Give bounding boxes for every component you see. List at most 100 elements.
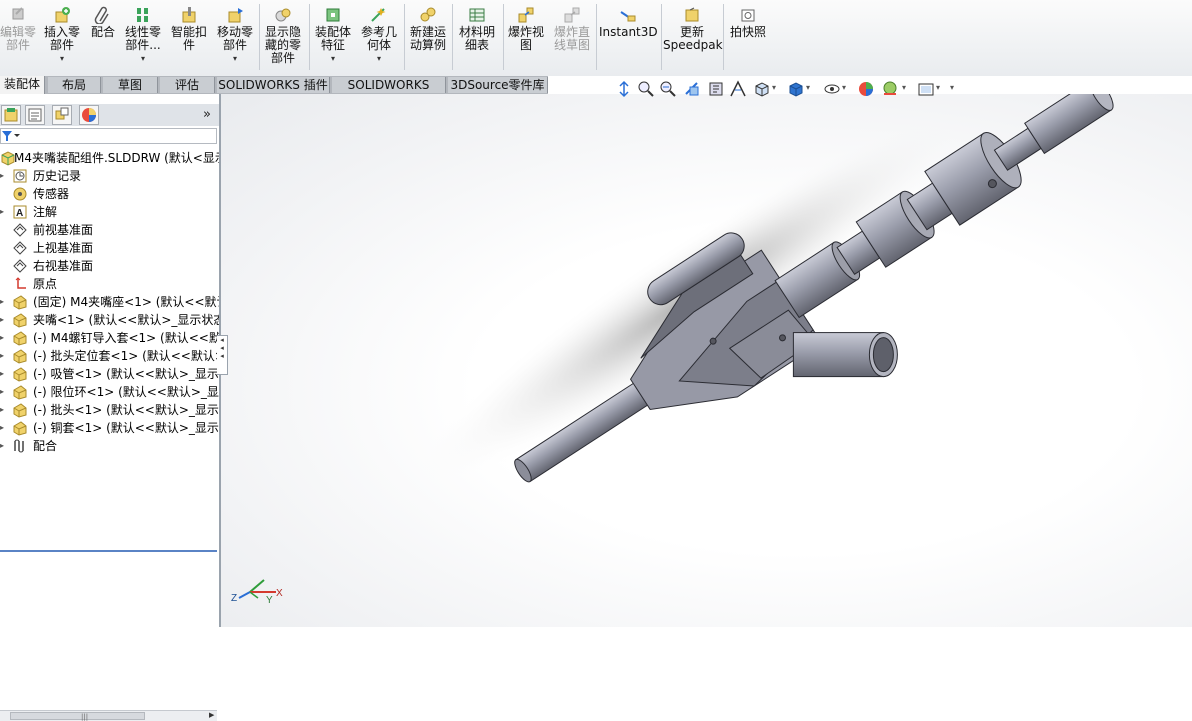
tab-3dsource[interactable]: 3DSource零件库 bbox=[448, 77, 548, 93]
part-icon bbox=[13, 421, 27, 436]
filter-icon[interactable] bbox=[1, 129, 21, 143]
chevron-down-icon[interactable]: ▾ bbox=[950, 83, 954, 92]
tree-item[interactable]: ▸ 配合 bbox=[0, 437, 219, 455]
reference-geometry-button[interactable]: 参考几 何体 ▾ bbox=[358, 2, 400, 72]
exploded-view-button[interactable]: 爆炸视 图 bbox=[505, 2, 547, 72]
expand-icon[interactable]: ▸ bbox=[0, 316, 6, 324]
panel-collapse-handle[interactable]: ◂ ◂ ◂ bbox=[217, 335, 228, 375]
tab-solidworks-addins[interactable]: SOLIDWORKS 插件 bbox=[217, 77, 330, 93]
zoom-area-icon[interactable] bbox=[637, 80, 655, 98]
command-manager-tabs: 装配体 布局 草图 评估 SOLIDWORKS 插件 SOLIDWORKS MB… bbox=[0, 76, 548, 108]
expand-icon[interactable]: ▸ bbox=[0, 424, 6, 432]
tree-item[interactable]: ▸ 历史记录 bbox=[0, 167, 219, 185]
apply-scene-icon[interactable] bbox=[881, 80, 899, 98]
chevron-down-icon[interactable]: ▾ bbox=[214, 54, 256, 64]
part-icon bbox=[13, 331, 27, 346]
expand-icon[interactable]: ▸ bbox=[0, 388, 6, 396]
instant3d-button[interactable]: Instant3D bbox=[599, 2, 658, 72]
feature-manager-tab[interactable] bbox=[1, 105, 21, 125]
hide-show-items-icon[interactable] bbox=[823, 80, 841, 98]
toolbar-separator bbox=[404, 4, 405, 70]
assembly-features-button[interactable]: 装配体 特征 ▾ bbox=[312, 2, 354, 72]
smart-fasteners-button[interactable]: 智能扣 件 bbox=[168, 2, 210, 72]
mate-button[interactable]: 配合 bbox=[88, 2, 118, 72]
tree-item[interactable]: ▸ (-) 吸管<1> (默认<<默认>_显示状 bbox=[0, 365, 219, 383]
tree-item[interactable]: ▸ (固定) M4夹嘴座<1> (默认<<默认 bbox=[0, 293, 219, 311]
expand-icon[interactable]: ▸ bbox=[0, 442, 6, 450]
assembly-model[interactable] bbox=[221, 94, 1192, 627]
tree-item[interactable]: 原点 bbox=[0, 275, 219, 293]
tree-item[interactable]: 前视基准面 bbox=[0, 221, 219, 239]
chevron-down-icon[interactable]: ▾ bbox=[806, 83, 810, 92]
move-component-icon bbox=[228, 8, 243, 23]
chevron-down-icon[interactable]: ▾ bbox=[772, 83, 776, 92]
tree-item[interactable]: M4夹嘴装配组件.SLDDRW (默认<显示 bbox=[0, 149, 219, 167]
tab-layout[interactable]: 布局 bbox=[48, 77, 101, 93]
command-manager: 编辑零 部件 插入零 部件 ▾ 配合 线性零 部件... ▾ 智能扣 件 移动零… bbox=[0, 0, 1192, 77]
insert-component-button[interactable]: 插入零 部件 ▾ bbox=[40, 2, 84, 72]
view-orientation-icon[interactable] bbox=[729, 80, 747, 98]
chevron-down-icon[interactable]: ▾ bbox=[902, 83, 906, 92]
expand-icon[interactable]: ▸ bbox=[0, 352, 6, 360]
more-tabs-button[interactable]: » bbox=[203, 107, 211, 122]
zoom-to-fit-icon[interactable] bbox=[615, 80, 633, 98]
expand-icon[interactable]: ▸ bbox=[0, 370, 6, 378]
graphics-area[interactable] bbox=[221, 94, 1192, 627]
explode-line-sketch-button[interactable]: 爆炸直 线草图 bbox=[551, 2, 593, 72]
tab-sketch[interactable]: 草图 bbox=[103, 77, 158, 93]
tree-item[interactable]: ▸ A 注解 bbox=[0, 203, 219, 221]
scroll-right-icon[interactable]: ▶ bbox=[209, 711, 214, 719]
tab-assembly[interactable]: 装配体 bbox=[0, 76, 45, 94]
tree-item[interactable]: ▸ (-) 批头<1> (默认<<默认>_显示状 bbox=[0, 401, 219, 419]
new-motion-study-button[interactable]: 新建运 动算例 bbox=[407, 2, 449, 72]
dynamic-annotation-icon[interactable] bbox=[707, 80, 725, 98]
tab-evaluate[interactable]: 评估 bbox=[160, 77, 215, 93]
section-view-icon[interactable] bbox=[683, 80, 701, 98]
sensor-icon bbox=[13, 187, 27, 201]
expand-icon[interactable]: ▸ bbox=[0, 172, 6, 180]
tree-item-label: (-) 吸管<1> (默认<<默认>_显示状 bbox=[33, 367, 219, 381]
expand-icon[interactable]: ▸ bbox=[0, 406, 6, 414]
view-settings-icon[interactable] bbox=[917, 80, 935, 98]
chevron-down-icon[interactable]: ▾ bbox=[312, 54, 354, 64]
view-cube-icon[interactable] bbox=[753, 80, 771, 98]
chevron-down-icon[interactable]: ▾ bbox=[842, 83, 846, 92]
motion-study-icon bbox=[420, 7, 436, 22]
origin-icon bbox=[15, 277, 26, 289]
configuration-manager-tab[interactable] bbox=[52, 105, 72, 125]
tree-item[interactable]: 上视基准面 bbox=[0, 239, 219, 257]
tree-item[interactable]: 传感器 bbox=[0, 185, 219, 203]
property-manager-tab[interactable] bbox=[25, 105, 45, 125]
show-hidden-components-button[interactable]: 显示隐 藏的零 部件 bbox=[262, 2, 304, 72]
tree-item[interactable]: ▸ (-) 限位环<1> (默认<<默认>_显示 bbox=[0, 383, 219, 401]
tree-item[interactable]: ▸ (-) M4螺钉导入套<1> (默认<<默认 bbox=[0, 329, 219, 347]
linear-pattern-button[interactable]: 线性零 部件... ▾ bbox=[122, 2, 164, 72]
move-component-button[interactable]: 移动零 部件 ▾ bbox=[214, 2, 256, 72]
take-snapshot-button[interactable]: 拍快照 bbox=[726, 2, 770, 72]
tree-item[interactable]: ▸ 夹嘴<1> (默认<<默认>_显示状态 bbox=[0, 311, 219, 329]
rollback-bar[interactable] bbox=[0, 550, 217, 552]
display-style-icon[interactable] bbox=[787, 80, 805, 98]
chevron-down-icon[interactable]: ▾ bbox=[936, 83, 940, 92]
scrollbar-thumb[interactable]: ||| bbox=[10, 712, 145, 721]
display-manager-tab[interactable] bbox=[79, 105, 99, 125]
update-speedpak-button[interactable]: 更新 Speedpak bbox=[663, 2, 723, 72]
tree-item[interactable]: 右视基准面 bbox=[0, 257, 219, 275]
tree-filter[interactable] bbox=[0, 128, 217, 144]
chevron-down-icon[interactable]: ▾ bbox=[358, 54, 400, 64]
tab-solidworks-mbd[interactable]: SOLIDWORKS MBD bbox=[332, 77, 446, 108]
previous-view-icon[interactable] bbox=[659, 80, 677, 98]
chevron-down-icon[interactable]: ▾ bbox=[40, 54, 84, 64]
edit-appearance-icon[interactable] bbox=[857, 80, 875, 98]
edit-component-button[interactable]: 编辑零 部件 bbox=[0, 2, 36, 72]
horizontal-scrollbar[interactable]: ||| ▶ bbox=[0, 710, 217, 721]
display-manager-icon bbox=[82, 108, 96, 122]
part-icon bbox=[13, 313, 27, 328]
chevron-down-icon[interactable]: ▾ bbox=[122, 54, 164, 64]
expand-icon[interactable]: ▸ bbox=[0, 298, 6, 306]
expand-icon[interactable]: ▸ bbox=[0, 334, 6, 342]
tree-item[interactable]: ▸ (-) 铜套<1> (默认<<默认>_显示状 bbox=[0, 419, 219, 437]
expand-icon[interactable]: ▸ bbox=[0, 208, 6, 216]
bill-of-materials-button[interactable]: 材料明 细表 bbox=[455, 2, 499, 72]
tree-item[interactable]: ▸ (-) 批头定位套<1> (默认<<默认> bbox=[0, 347, 219, 365]
